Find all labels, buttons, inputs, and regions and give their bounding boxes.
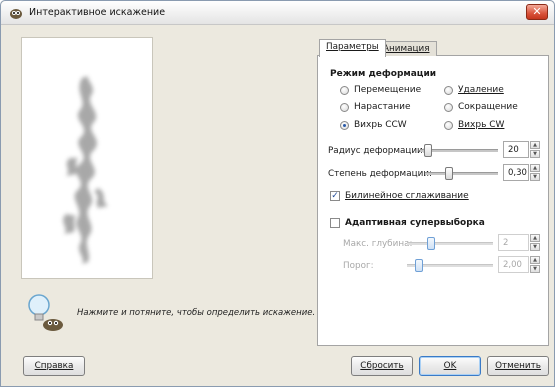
cancel-button-label: Отменить bbox=[495, 361, 541, 371]
gimp-icon bbox=[10, 9, 22, 19]
spin-up-icon[interactable]: ▲ bbox=[530, 256, 540, 264]
threshold-value: 2,00 bbox=[503, 260, 522, 270]
preview-image bbox=[63, 76, 108, 264]
reset-button[interactable]: Сбросить bbox=[351, 356, 413, 376]
radio-indicator bbox=[444, 102, 453, 112]
radio-label: Нарастание bbox=[354, 102, 411, 112]
help-button[interactable]: Справка bbox=[23, 356, 85, 376]
hint-text: Нажмите и потяните, чтобы определить иск… bbox=[77, 308, 316, 318]
radio-move[interactable]: Перемещение bbox=[340, 84, 421, 96]
help-button-label: Справка bbox=[34, 361, 74, 371]
radio-label: Перемещение bbox=[354, 85, 422, 95]
radio-indicator bbox=[444, 85, 453, 95]
radio-indicator bbox=[340, 102, 349, 112]
spin-down-icon[interactable]: ▼ bbox=[530, 265, 540, 273]
radio-label: Удаление bbox=[458, 85, 504, 95]
check-icon: ✓ bbox=[330, 191, 340, 201]
radius-spinbox[interactable]: 20 ▲ ▼ bbox=[503, 141, 540, 158]
max-depth-label: Макс. глубина: bbox=[343, 239, 413, 249]
spin-down-icon[interactable]: ▼ bbox=[530, 173, 540, 181]
strength-value: 0,30 bbox=[508, 168, 527, 178]
cancel-button[interactable]: Отменить bbox=[487, 356, 549, 376]
radio-swirl-cw[interactable]: Вихрь CW bbox=[444, 119, 504, 131]
radio-indicator bbox=[340, 85, 349, 95]
deform-mode-heading: Режим деформации bbox=[330, 69, 437, 79]
max-depth-slider-thumb[interactable] bbox=[426, 237, 435, 250]
ok-button-label: OK bbox=[443, 361, 457, 371]
radio-grow[interactable]: Нарастание bbox=[340, 101, 411, 113]
strength-slider[interactable] bbox=[425, 172, 498, 175]
spin-up-icon[interactable]: ▲ bbox=[530, 141, 540, 149]
title-bar[interactable]: Интерактивное искажение ✕ bbox=[1, 1, 554, 25]
radio-indicator-selected bbox=[340, 120, 349, 130]
window-title: Интерактивное искажение bbox=[29, 7, 166, 18]
max-depth-slider[interactable] bbox=[407, 242, 493, 245]
threshold-spinbox[interactable]: 2,00 ▲ ▼ bbox=[498, 256, 540, 273]
spin-down-icon[interactable]: ▼ bbox=[530, 150, 540, 158]
checkbox-empty bbox=[330, 218, 340, 228]
radio-swirl-ccw[interactable]: Вихрь CCW bbox=[340, 119, 407, 131]
reset-button-label: Сбросить bbox=[360, 361, 404, 371]
radius-slider-thumb[interactable] bbox=[423, 144, 432, 157]
threshold-slider-thumb[interactable] bbox=[414, 259, 423, 272]
radio-label: Сокращение bbox=[458, 102, 518, 112]
radio-indicator bbox=[444, 120, 453, 130]
radio-label: Вихрь CCW bbox=[354, 120, 407, 130]
max-depth-spinbox[interactable]: 2 ▲ ▼ bbox=[498, 234, 540, 251]
spin-up-icon[interactable]: ▲ bbox=[530, 234, 540, 242]
spin-buttons: ▲ ▼ bbox=[530, 141, 540, 158]
spin-down-icon[interactable]: ▼ bbox=[530, 243, 540, 251]
tab-parameters[interactable]: Параметры bbox=[319, 39, 386, 57]
bilinear-label: Билинейное сглаживание bbox=[345, 191, 469, 201]
spin-buttons: ▲ ▼ bbox=[530, 234, 540, 251]
radio-label: Вихрь CW bbox=[458, 120, 505, 130]
bilinear-checkbox[interactable]: ✓ Билинейное сглаживание bbox=[330, 191, 469, 201]
dialog-window: Интерактивное искажение ✕ Нажмите и потя… bbox=[0, 0, 555, 387]
close-button[interactable]: ✕ bbox=[526, 4, 548, 20]
spin-buttons: ▲ ▼ bbox=[530, 164, 540, 181]
adaptive-checkbox[interactable]: Адаптивная супервыборка bbox=[330, 218, 485, 228]
strength-label: Степень деформации: bbox=[328, 169, 432, 179]
strength-spinbox[interactable]: 0,30 ▲ ▼ bbox=[503, 164, 540, 181]
close-icon: ✕ bbox=[532, 5, 542, 18]
radius-value: 20 bbox=[508, 145, 519, 155]
lightbulb-icon bbox=[28, 294, 63, 331]
radio-shrink[interactable]: Сокращение bbox=[444, 101, 518, 113]
max-depth-value: 2 bbox=[503, 238, 509, 248]
spin-up-icon[interactable]: ▲ bbox=[530, 164, 540, 172]
radius-label: Радиус деформации: bbox=[328, 146, 426, 156]
adaptive-label: Адаптивная супервыборка bbox=[345, 218, 485, 228]
strength-slider-thumb[interactable] bbox=[444, 167, 453, 180]
distortion-preview-canvas[interactable] bbox=[21, 37, 153, 279]
radius-slider[interactable] bbox=[420, 149, 498, 152]
threshold-label: Порог: bbox=[343, 261, 374, 271]
ok-button[interactable]: OK bbox=[419, 356, 481, 376]
spin-buttons: ▲ ▼ bbox=[530, 256, 540, 273]
radio-remove[interactable]: Удаление bbox=[444, 84, 504, 96]
